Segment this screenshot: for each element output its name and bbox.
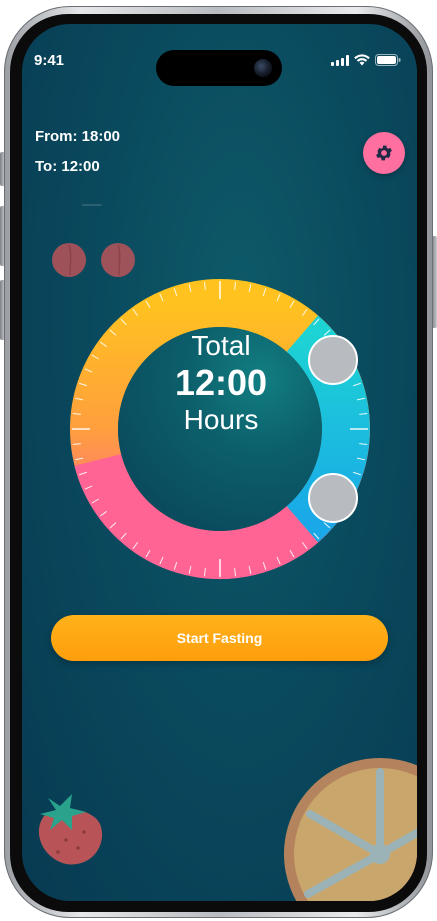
gear-icon [376,145,392,161]
orange-slice-icon [284,758,417,901]
app-screen: 9:41 From: 18:00 To: 12:00 Total 12:00 H… [22,24,417,901]
dial-total-value: 12:00 [174,362,268,404]
status-icons [331,54,401,66]
phone-mockup: 9:41 From: 18:00 To: 12:00 Total 12:00 H… [0,0,437,921]
strawberry-icon [38,794,103,865]
status-time: 9:41 [34,52,65,69]
dynamic-island [156,50,282,86]
end-time-handle[interactable] [308,473,358,523]
camera-icon [254,59,272,77]
settings-button[interactable] [363,132,405,174]
divider-mark [82,204,102,206]
start-fasting-button[interactable]: Start Fasting [51,615,388,661]
wifi-icon [354,54,370,66]
fasting-from-time: From: 18:00 [35,128,121,145]
battery-icon [375,54,401,66]
fasting-to-time: To: 12:00 [35,158,100,175]
cellular-signal-icon [331,54,349,66]
start-time-handle[interactable] [308,335,358,385]
dial-unit: Hours [183,403,259,435]
cherry-icon [52,243,135,277]
dial-summary: Total 12:00 Hours [126,330,316,436]
dial-label: Total [191,330,251,361]
